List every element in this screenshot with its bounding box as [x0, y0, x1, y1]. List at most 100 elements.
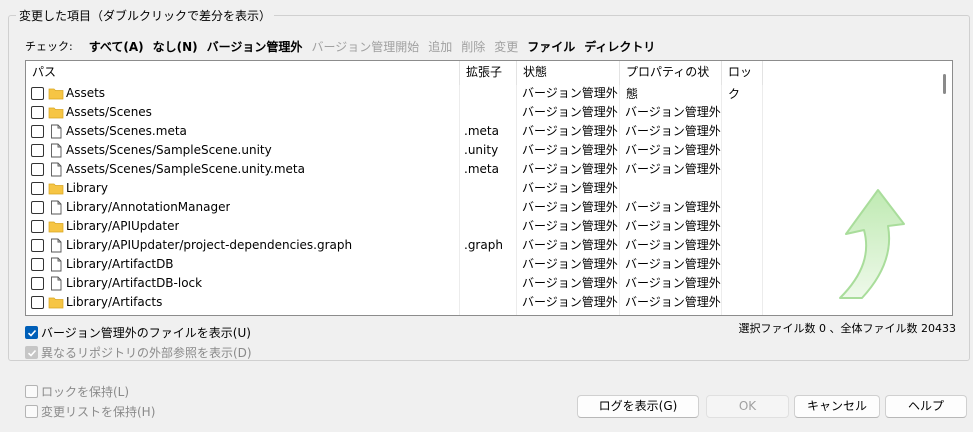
file-row[interactable]: Assets/Scenes バージョン管理外 バージョン管理外	[26, 103, 952, 122]
file-path: Library	[66, 181, 108, 195]
file-row[interactable]: Assets バージョン管理外	[26, 84, 952, 103]
file-property-status: バージョン管理外	[625, 295, 721, 309]
show-unversioned-label: バージョン管理外のファイルを表示(U)	[41, 326, 251, 340]
file-extension: .unity	[464, 143, 499, 157]
file-icon	[51, 162, 62, 177]
file-status: バージョン管理外	[522, 162, 618, 176]
show-unversioned-option[interactable]: バージョン管理外のファイルを表示(U)	[25, 324, 251, 341]
scrollbar-thumb[interactable]	[943, 74, 946, 94]
folder-icon	[48, 107, 64, 119]
folder-icon	[48, 221, 64, 233]
row-checkbox[interactable]	[31, 239, 44, 252]
keep-changelists-option: 変更リストを保持(H)	[25, 403, 155, 420]
keep-changelists-checkbox	[25, 405, 38, 418]
file-property-status: バージョン管理外	[625, 105, 721, 119]
cancel-button[interactable]: キャンセル	[794, 395, 880, 418]
check-added-link: 追加	[428, 39, 453, 54]
row-checkbox[interactable]	[31, 144, 44, 157]
file-path: Assets/Scenes/SampleScene.unity.meta	[66, 162, 305, 176]
keep-changelists-label: 変更リストを保持(H)	[41, 405, 156, 419]
row-checkbox[interactable]	[31, 163, 44, 176]
row-checkbox[interactable]	[31, 87, 44, 100]
check-directories-link[interactable]: ディレクトリ	[584, 38, 655, 55]
folder-icon	[48, 183, 64, 195]
show-externals-checkbox	[25, 346, 38, 359]
check-label: チェック:	[25, 40, 73, 53]
row-checkbox[interactable]	[31, 125, 44, 138]
file-property-status: バージョン管理外	[625, 219, 721, 233]
file-status: バージョン管理外	[522, 219, 618, 233]
row-checkbox[interactable]	[31, 296, 44, 309]
column-path[interactable]: パス	[26, 61, 460, 85]
checkmark-icon	[27, 349, 36, 357]
file-path: Library/Artifacts	[66, 295, 163, 309]
file-path: Assets/Scenes/SampleScene.unity	[66, 143, 272, 157]
check-modified-link: 変更	[494, 39, 519, 54]
file-path: Assets/Scenes	[66, 105, 152, 119]
file-property-status: バージョン管理外	[625, 124, 721, 138]
show-externals-label: 異なるリポジトリの外部参照を表示(D)	[41, 346, 252, 360]
file-row[interactable]: Assets/Scenes/SampleScene.unity .unity バ…	[26, 141, 952, 160]
file-extension: .meta	[464, 162, 499, 176]
file-path: Assets/Scenes.meta	[66, 124, 187, 138]
list-header: パス 拡張子 状態 プロパティの状態 ロック	[26, 61, 952, 101]
file-status: バージョン管理外	[522, 257, 618, 271]
file-status: バージョン管理外	[522, 200, 618, 214]
row-checkbox[interactable]	[31, 106, 44, 119]
file-path: Library/ArtifactDB	[66, 257, 174, 271]
file-path: Assets	[66, 86, 106, 100]
file-status: バージョン管理外	[522, 124, 618, 138]
keep-locks-checkbox	[25, 385, 38, 398]
file-icon	[51, 276, 62, 291]
file-status: バージョン管理外	[522, 105, 618, 119]
file-path: Library/ArtifactDB-lock	[66, 276, 203, 290]
file-property-status: バージョン管理外	[625, 276, 721, 290]
ok-button: OK	[706, 395, 789, 418]
help-button[interactable]: ヘルプ	[885, 395, 967, 418]
file-status: バージョン管理外	[522, 276, 618, 290]
file-icon	[51, 257, 62, 272]
keep-locks-option: ロックを保持(L)	[25, 383, 129, 400]
show-log-button[interactable]: ログを表示(G)	[577, 395, 699, 418]
file-icon	[51, 124, 62, 139]
column-extension[interactable]: 拡張子	[460, 61, 517, 85]
row-checkbox[interactable]	[31, 201, 44, 214]
file-property-status: バージョン管理外	[625, 238, 721, 252]
file-row[interactable]: Assets/Scenes/SampleScene.unity.meta .me…	[26, 160, 952, 179]
check-versioned-link: バージョン管理開始	[311, 39, 420, 54]
file-path: Library/APIUpdater	[66, 219, 180, 233]
file-path: Library/APIUpdater/project-dependencies.…	[66, 238, 353, 252]
file-extension: .meta	[464, 124, 499, 138]
file-icon	[51, 143, 62, 158]
column-status[interactable]: 状態	[517, 61, 620, 85]
checkmark-icon	[27, 329, 36, 337]
file-property-status: バージョン管理外	[625, 200, 721, 214]
file-status: バージョン管理外	[522, 143, 618, 157]
column-lock[interactable]: ロック	[722, 61, 763, 101]
row-checkbox[interactable]	[31, 182, 44, 195]
check-files-link[interactable]: ファイル	[527, 38, 575, 55]
column-property-status[interactable]: プロパティの状態	[620, 61, 722, 101]
row-checkbox[interactable]	[31, 315, 44, 316]
row-checkbox[interactable]	[31, 220, 44, 233]
show-unversioned-checkbox[interactable]	[25, 326, 38, 339]
file-icon	[51, 238, 62, 253]
file-extension: .graph	[464, 238, 503, 252]
row-checkbox[interactable]	[31, 258, 44, 271]
file-row-partial[interactable]	[26, 312, 952, 316]
file-row[interactable]: Assets/Scenes.meta .meta バージョン管理外 バージョン管…	[26, 122, 952, 141]
folder-icon	[48, 297, 64, 309]
check-all-link[interactable]: すべて(A)	[89, 38, 144, 55]
file-status: バージョン管理外	[522, 86, 618, 100]
check-none-link[interactable]: なし(N)	[153, 38, 198, 55]
check-unversioned-link[interactable]: バージョン管理外	[207, 38, 303, 55]
file-icon	[51, 200, 62, 215]
vertical-scrollbar[interactable]	[936, 61, 952, 315]
row-checkbox[interactable]	[31, 277, 44, 290]
check-deleted-link: 削除	[461, 39, 486, 54]
check-filter-bar: チェック: すべて(A) なし(N) バージョン管理外 バージョン管理開始 追加…	[25, 38, 664, 54]
file-count-status: 選択ファイル数 0 、全体ファイル数 20433	[738, 322, 956, 335]
file-status: バージョン管理外	[522, 295, 618, 309]
folder-icon	[48, 88, 64, 100]
keep-locks-label: ロックを保持(L)	[41, 385, 130, 399]
